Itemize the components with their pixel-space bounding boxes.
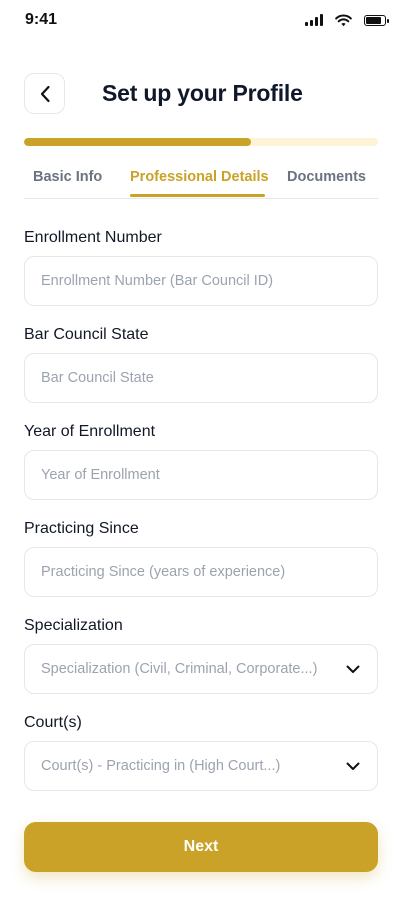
enrollment-number-input[interactable] — [41, 273, 361, 289]
courts-placeholder: Court(s) - Practicing in (High Court...) — [41, 758, 281, 774]
year-of-enrollment-input[interactable] — [41, 467, 361, 483]
courts-select[interactable]: Court(s) - Practicing in (High Court...) — [24, 741, 378, 791]
battery-icon — [364, 14, 389, 26]
practicing-since-field-container — [24, 547, 378, 597]
page-title: Set up your Profile — [102, 80, 303, 106]
practicing-since-input[interactable] — [41, 564, 361, 580]
specialization-label: Specialization — [24, 617, 123, 634]
year-of-enrollment-label: Year of Enrollment — [24, 423, 156, 440]
active-tab-indicator — [130, 194, 265, 197]
bar-council-state-input[interactable] — [41, 370, 361, 386]
tab-professional-details[interactable]: Professional Details — [130, 169, 269, 185]
enrollment-number-label: Enrollment Number — [24, 229, 162, 246]
bar-council-state-label: Bar Council State — [24, 326, 149, 343]
cellular-signal-icon — [305, 14, 323, 26]
bar-council-state-field-container — [24, 353, 378, 403]
profile-setup-screen: 9:41 Set up your Profile Basic Info Prof… — [0, 0, 402, 909]
chevron-down-icon — [345, 758, 361, 774]
chevron-left-icon — [40, 85, 50, 102]
next-button[interactable]: Next — [24, 822, 378, 872]
progress-bar — [24, 138, 378, 146]
specialization-select[interactable]: Specialization (Civil, Criminal, Corpora… — [24, 644, 378, 694]
step-tabs: Basic Info Professional Details Document… — [24, 160, 378, 199]
status-time: 9:41 — [25, 11, 58, 28]
year-of-enrollment-field-container — [24, 450, 378, 500]
specialization-placeholder: Specialization (Civil, Criminal, Corpora… — [41, 661, 318, 677]
chevron-down-icon — [345, 661, 361, 677]
courts-label: Court(s) — [24, 714, 82, 731]
status-bar: 9:41 — [0, 0, 402, 40]
practicing-since-label: Practicing Since — [24, 520, 139, 537]
battery-level — [366, 16, 381, 24]
wifi-icon — [335, 14, 352, 26]
tab-documents[interactable]: Documents — [287, 169, 366, 185]
status-icons — [305, 12, 389, 28]
back-button[interactable] — [24, 73, 65, 114]
enrollment-number-field-container — [24, 256, 378, 306]
progress-fill — [24, 138, 251, 146]
tab-basic-info[interactable]: Basic Info — [33, 169, 102, 185]
